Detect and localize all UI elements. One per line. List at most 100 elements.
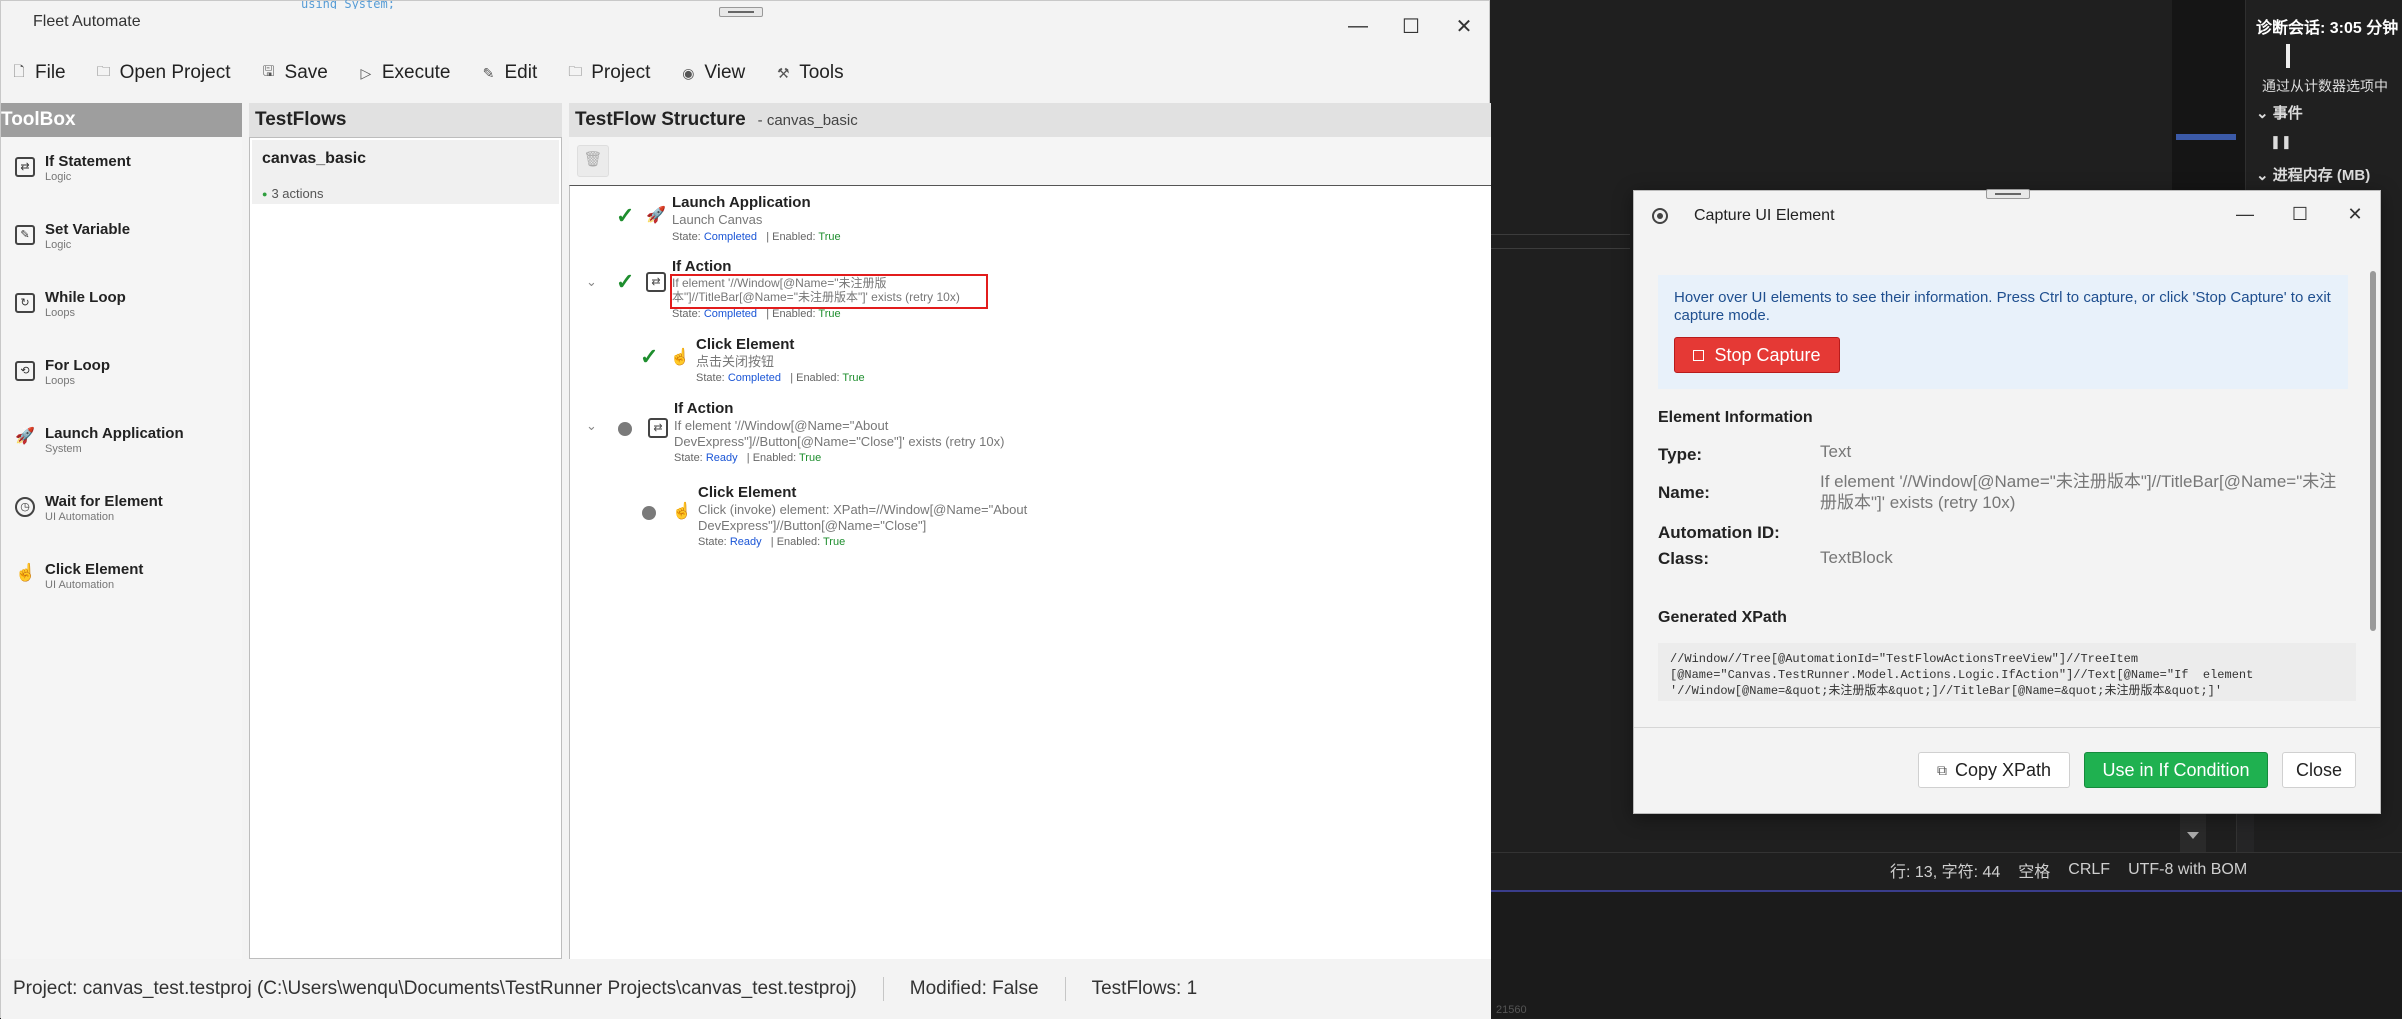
menu-open-project[interactable]: 🗀 Open Project [86, 53, 251, 93]
maximize-icon[interactable]: ☐ [2283, 199, 2317, 229]
tree-node-click-element-2[interactable]: ☝ Click Element Click (invoke) element: … [570, 482, 1470, 548]
shuffle-icon: ⇄ [648, 418, 668, 438]
toolbox-item-while-loop[interactable]: ↻ While Loop Loops [15, 289, 126, 319]
toolbox-header: ToolBox [1, 103, 242, 137]
close-icon[interactable]: ✕ [1447, 11, 1481, 41]
node-title: Click Element [698, 484, 797, 501]
tree-node-launch-application[interactable]: ✓ 🚀 Launch Application Launch Canvas Sta… [570, 186, 1470, 248]
toolbox-item-set-variable[interactable]: ✎ Set Variable Logic [15, 221, 130, 251]
tree-node-if-action-1[interactable]: ⌄ ✓ ⇄ If Action If element '//Window[@Na… [570, 254, 1470, 320]
menu-view[interactable]: ◉ View [670, 53, 765, 93]
capture-info-box: Hover over UI elements to see their info… [1658, 275, 2348, 389]
toolbox-item-if-statement[interactable]: ⇄ If Statement Logic [15, 153, 131, 183]
status-bar: Project: canvas_test.testproj (C:\Users\… [1, 959, 1491, 1019]
play-icon: ▷ [360, 64, 372, 81]
tree-node-click-element-1[interactable]: ✓ ☝ Click Element 点击关闭按钮 State: Complete… [570, 334, 1470, 390]
node-title: Click Element [696, 336, 795, 353]
menu-execute[interactable]: ▷ Execute [348, 53, 471, 93]
menu-save-label: Save [284, 62, 328, 83]
line-ending[interactable]: CRLF [2068, 861, 2110, 879]
toolbox-item-name: For Loop [45, 357, 110, 374]
main-window: using System; Fleet Automate — ☐ ✕ 🗋 File… [0, 0, 1491, 1019]
testflow-item[interactable]: canvas_basic 3 actions [252, 140, 559, 204]
menu-project[interactable]: 🗀 Project [557, 53, 670, 93]
node-title: If Action [674, 400, 734, 417]
use-in-if-condition-button[interactable]: Use in If Condition [2084, 752, 2268, 788]
state-value: Ready [729, 536, 762, 548]
cursor-position[interactable]: 行: 13, 字符: 44 [1890, 858, 2000, 882]
pause-icon[interactable]: ❚❚ [2270, 134, 2292, 150]
toolbox-item-name: Wait for Element [45, 493, 163, 510]
chevron-down-icon: ⌄ [2256, 105, 2273, 122]
state-label: State: [696, 372, 725, 384]
toolbox-item-click-element[interactable]: ☝ Click Element UI Automation [15, 561, 143, 591]
menu-view-label: View [704, 62, 746, 83]
tree-node-if-action-2[interactable]: ⌄ ⇄ If Action If element '//Window[@Name… [570, 398, 1470, 464]
enabled-value: True [842, 372, 865, 384]
xpath-title: Generated XPath [1658, 609, 1787, 626]
node-state: State: Completed | Enabled: True [672, 231, 841, 243]
toolbox-item-name: Launch Application [45, 425, 184, 442]
project-icon: 🗀 [568, 63, 583, 79]
state-label: State: [672, 308, 701, 320]
use-in-if-condition-label: Use in If Condition [2102, 759, 2250, 780]
menu-save[interactable]: 🖫 Save [251, 53, 348, 93]
state-value: Completed [727, 372, 782, 384]
minimize-icon[interactable]: — [2228, 199, 2262, 229]
minimize-icon[interactable]: — [1341, 11, 1375, 41]
close-button[interactable]: Close [2282, 752, 2356, 788]
node-state: State: Completed | Enabled: True [672, 308, 841, 320]
node-description: Click (invoke) element: XPath=//Window[@… [698, 502, 1028, 533]
copy-icon: ⧉ [1936, 761, 1947, 778]
diag-events-header[interactable]: ⌄ 事件 [2256, 102, 2303, 123]
maximize-icon[interactable]: ☐ [1394, 11, 1428, 41]
copy-xpath-button[interactable]: ⧉ Copy XPath [1918, 752, 2070, 788]
modified-status: Modified: False [909, 978, 1039, 999]
repeat-icon: ⟲ [15, 361, 35, 381]
menu-bar: 🗋 File 🗀 Open Project 🖫 Save ▷ Execute ✎ Edit… [1, 53, 1491, 93]
stop-capture-label: Stop Capture [1714, 344, 1821, 365]
capture-ui-element-dialog: Capture UI Element — ☐ ✕ Hover over UI e… [1633, 189, 2381, 814]
chevron-down-icon[interactable]: ⌄ [586, 274, 597, 290]
indent-mode[interactable]: 空格 [2018, 858, 2050, 882]
enabled-label: | Enabled: [766, 231, 816, 243]
stop-capture-button[interactable]: Stop Capture [1674, 337, 1840, 373]
toolbox-item-for-loop[interactable]: ⟲ For Loop Loops [15, 357, 110, 387]
chevron-down-icon[interactable]: ⌄ [586, 418, 597, 434]
enabled-label: | Enabled: [766, 308, 816, 320]
structure-toolbar: 🗑 [569, 137, 1491, 185]
enabled-value: True [818, 231, 841, 243]
node-title: If Action [672, 258, 732, 275]
delete-action-button[interactable]: 🗑 [577, 145, 609, 177]
encoding[interactable]: UTF-8 with BOM [2128, 861, 2247, 879]
file-icon: 🗋 [13, 63, 25, 79]
generated-xpath[interactable]: //Window//Tree[@AutomationId="TestFlowAc… [1658, 643, 2356, 701]
shuffle-icon: ⇄ [15, 157, 35, 177]
close-button-label: Close [2295, 759, 2343, 780]
testflows-header: TestFlows [249, 103, 562, 137]
enabled-label: | Enabled: [746, 452, 797, 464]
structure-subtitle: - canvas_basic [757, 111, 858, 129]
close-icon[interactable]: ✕ [2338, 199, 2372, 229]
node-state: State: Ready | Enabled: True [698, 536, 845, 548]
window-drag-grip[interactable] [719, 7, 763, 17]
rocket-icon: 🚀 [15, 428, 35, 445]
menu-project-label: Project [591, 62, 651, 83]
menu-tools[interactable]: ⚒ Tools [765, 53, 863, 93]
toolbox-item-launch-application[interactable]: 🚀 Launch Application System [15, 425, 184, 455]
toolbox-panel: ⇄ If Statement Logic ✎ Set Variable Logic … [1, 137, 242, 959]
menu-tools-label: Tools [799, 62, 844, 83]
menu-edit[interactable]: ✎ Edit [471, 53, 558, 93]
toolbox-item-category: System [45, 443, 82, 455]
dialog-scrollbar[interactable] [2370, 271, 2376, 631]
scroll-down-icon[interactable] [2187, 832, 2199, 839]
hand-pointer-icon: ☝ [15, 563, 37, 582]
menu-file[interactable]: 🗋 File [1, 53, 86, 93]
diag-timeline-marker[interactable] [2286, 44, 2290, 68]
toolbox-item-wait-for-element[interactable]: ◷ Wait for Element UI Automation [15, 493, 163, 523]
diag-memory-header[interactable]: ⌄ 进程内存 (MB) [2256, 164, 2370, 185]
shuffle-icon: ⇄ [646, 272, 666, 292]
dialog-drag-grip[interactable] [1986, 189, 2030, 199]
diag-events-label: 事件 [2272, 105, 2303, 122]
name-value: If element '//Window[@Name="未注册版本"]//Tit… [1820, 472, 2337, 512]
